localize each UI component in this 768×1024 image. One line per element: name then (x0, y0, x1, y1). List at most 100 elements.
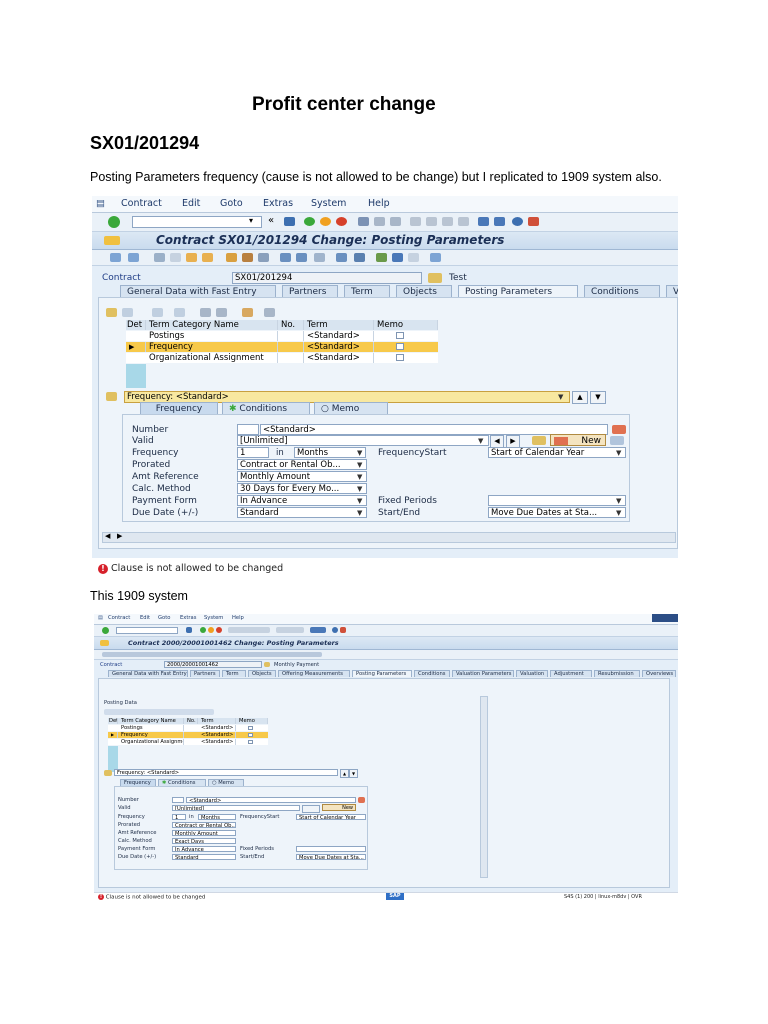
window-menu-icon[interactable]: ▤ (96, 198, 105, 209)
next-object-icon[interactable] (128, 253, 139, 262)
edit-validity-icon[interactable] (532, 436, 546, 445)
back-icon[interactable] (304, 217, 315, 226)
enter-icon[interactable] (102, 627, 109, 634)
list-icon[interactable] (408, 253, 419, 262)
calc-method-select[interactable]: Exact Days (172, 838, 236, 844)
enter-icon[interactable] (108, 216, 120, 228)
horizontal-scrollbar[interactable]: ◀ ▶ (102, 532, 676, 543)
number-prefix-field[interactable] (172, 797, 184, 803)
info-icon[interactable] (430, 253, 441, 262)
subtab-frequency[interactable]: Frequency (120, 779, 156, 786)
tab-posting-parameters[interactable]: Posting Parameters (458, 285, 578, 297)
number-help-icon[interactable] (358, 797, 365, 803)
tab-adjustment[interactable]: Adjustment (550, 670, 592, 677)
grid-info-icon[interactable] (264, 308, 275, 317)
contract-number-field[interactable]: 2000/20001001462 (164, 661, 262, 668)
table-row-selected[interactable]: ▶ Frequency <Standard> (126, 342, 438, 352)
refresh-icon[interactable] (258, 253, 269, 262)
grid-layout-icon[interactable] (242, 308, 253, 317)
table-row[interactable]: Postings <Standard> (108, 725, 268, 731)
menu-contract[interactable]: Contract (121, 198, 162, 209)
menu-extras[interactable]: Extras (180, 615, 196, 621)
frequency-number-field[interactable]: 1 (237, 447, 269, 458)
tab-general-data[interactable]: General Data with Fast Entry (120, 285, 276, 297)
tab-overviews[interactable]: Overviews (642, 670, 676, 677)
table-row[interactable]: Organizational Assignment <Standard> (108, 739, 268, 745)
new-button[interactable]: New (550, 434, 606, 446)
menu-system[interactable]: System (204, 615, 223, 621)
table-row-selected[interactable]: ▶ Frequency <Standard> (108, 732, 268, 738)
grid-copy-icon[interactable] (174, 308, 185, 317)
exit-icon[interactable] (320, 217, 331, 226)
subtab-conditions[interactable]: ✱ Conditions (222, 402, 310, 414)
tab-term[interactable]: Term (222, 670, 246, 677)
exit-icon[interactable] (208, 627, 214, 633)
fixed-periods-select[interactable] (488, 495, 626, 506)
number-help-icon[interactable] (612, 425, 626, 434)
command-field[interactable] (132, 216, 262, 228)
frequency-number-field[interactable]: 1 (172, 814, 186, 820)
print-icon[interactable] (358, 217, 369, 226)
tab-posting-parameters[interactable]: Posting Parameters (352, 670, 412, 677)
payment-form-select[interactable]: In Advance (237, 495, 367, 506)
tab-objects[interactable]: Objects (396, 285, 452, 297)
grid-toolbar-icons[interactable] (104, 709, 214, 715)
tab-objects[interactable]: Objects (248, 670, 276, 677)
next-item-icon[interactable]: ▼ (349, 769, 358, 778)
frequency-start-select[interactable]: Start of Calendar Year (488, 447, 626, 458)
prorated-select[interactable]: Contract or Rental Ob... (172, 822, 236, 828)
menu-goto[interactable]: Goto (158, 615, 170, 621)
due-date-select[interactable]: Standard (172, 854, 236, 860)
tab-conditions[interactable]: Conditions (414, 670, 450, 677)
command-field[interactable] (116, 627, 178, 634)
tab-general-data[interactable]: General Data with Fast Entry (108, 670, 188, 677)
frequency-unit-select[interactable]: Months (294, 447, 366, 458)
business-partner-icon[interactable] (226, 253, 237, 262)
number-prefix-field[interactable] (237, 424, 259, 435)
documents-icon[interactable] (314, 253, 325, 262)
next-item-icon[interactable]: ▼ (590, 391, 606, 404)
copy-icon[interactable] (186, 253, 197, 262)
cancel-icon[interactable] (216, 627, 222, 633)
memo-checkbox[interactable] (396, 332, 404, 339)
valid-field[interactable]: [Unlimited] (237, 435, 489, 446)
system-info[interactable]: S4S (1) 200 | linux-m8dv | OVR (564, 894, 642, 900)
chevron-down-icon[interactable]: ▾ (249, 216, 253, 225)
help-icon[interactable] (332, 627, 338, 633)
start-end-select[interactable]: Move Due Dates at Sta... (488, 507, 626, 518)
edit-icon[interactable] (242, 253, 253, 262)
new-session-icon[interactable] (478, 217, 489, 226)
grid-find-icon[interactable] (200, 308, 211, 317)
menu-contract[interactable]: Contract (108, 615, 130, 621)
tab-more[interactable]: V (666, 285, 678, 297)
chevron-down-icon[interactable]: ▼ (478, 437, 483, 445)
create-icon[interactable] (170, 253, 181, 262)
valid-field[interactable]: [Unlimited] (172, 805, 300, 811)
start-end-select[interactable]: Move Due Dates at Sta... (296, 854, 366, 860)
menu-edit[interactable]: Edit (140, 615, 150, 621)
tab-offering-measurements[interactable]: Offering Measurements (278, 670, 350, 677)
previous-object-icon[interactable] (110, 253, 121, 262)
chevron-down-icon[interactable]: ▼ (357, 461, 362, 469)
grid-find-next-icon[interactable] (216, 308, 227, 317)
find-icon[interactable] (374, 217, 385, 226)
cash-flow-icon[interactable] (280, 253, 291, 262)
next-page-icon[interactable] (442, 217, 453, 226)
tab-valuation[interactable]: Valuation (516, 670, 548, 677)
first-page-icon[interactable] (410, 217, 421, 226)
memo-checkbox[interactable] (248, 733, 253, 737)
calc-method-select[interactable]: 30 Days for Every Mo... (237, 483, 367, 494)
display-change-icon[interactable] (154, 253, 165, 262)
subtab-conditions[interactable]: ✱ Conditions (158, 779, 206, 786)
chevron-down-icon[interactable]: ▼ (616, 509, 621, 517)
conditions-icon[interactable] (296, 253, 307, 262)
shortcut-icon[interactable] (494, 217, 505, 226)
hierarchy-icon[interactable] (376, 253, 387, 262)
table-row[interactable]: Postings <Standard> (126, 331, 438, 341)
detail-selector[interactable]: Frequency: <Standard> (114, 769, 338, 776)
subtab-frequency[interactable]: Frequency (140, 402, 218, 414)
amt-reference-select[interactable]: Monthly Amount (237, 471, 367, 482)
prorated-select[interactable]: Contract or Rental Ob... (237, 459, 367, 470)
tab-partners[interactable]: Partners (190, 670, 220, 677)
window-controls-icon[interactable] (652, 614, 678, 622)
